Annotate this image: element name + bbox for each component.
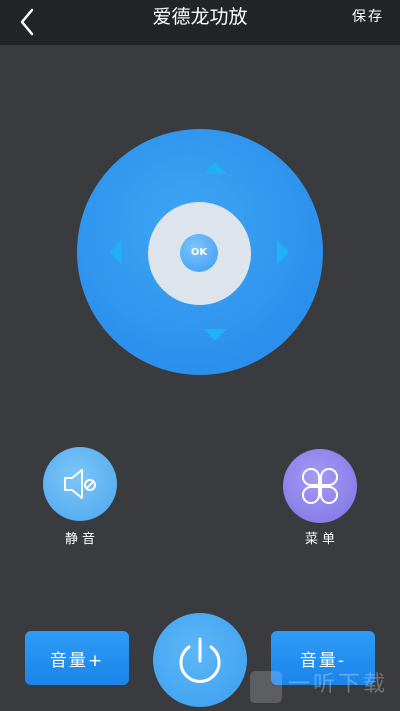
- header-bar: 爱德龙功放 保存: [0, 0, 400, 45]
- mute-label: 静音: [64, 532, 99, 547]
- watermark: 一听下载: [250, 667, 400, 707]
- arrow-down-icon: [203, 329, 227, 341]
- arrow-down-button[interactable]: [202, 327, 228, 343]
- mute-button[interactable]: [43, 447, 117, 521]
- volume-up-button[interactable]: 音量+: [25, 631, 129, 685]
- save-button[interactable]: 保存: [352, 8, 384, 26]
- four-petal-menu-icon: [302, 468, 338, 504]
- arrow-left-icon: [110, 239, 122, 265]
- arrow-right-button[interactable]: [275, 238, 291, 266]
- arrow-up-button[interactable]: [202, 160, 228, 176]
- watermark-logo-icon: [250, 671, 282, 703]
- back-button[interactable]: [14, 6, 44, 38]
- power-icon: [179, 637, 221, 683]
- menu-button[interactable]: [283, 449, 357, 523]
- ok-button[interactable]: OK: [180, 234, 218, 272]
- chevron-left-icon: [20, 8, 34, 36]
- menu-label: 菜单: [304, 532, 339, 547]
- speaker-mute-icon: [64, 469, 96, 499]
- page-title: 爱德龙功放: [152, 6, 248, 28]
- arrow-right-icon: [277, 239, 289, 265]
- arrow-up-icon: [203, 162, 227, 174]
- ok-label: OK: [190, 247, 208, 258]
- power-button[interactable]: [153, 613, 247, 707]
- watermark-text: 一听下载: [288, 672, 389, 697]
- arrow-left-button[interactable]: [108, 238, 124, 266]
